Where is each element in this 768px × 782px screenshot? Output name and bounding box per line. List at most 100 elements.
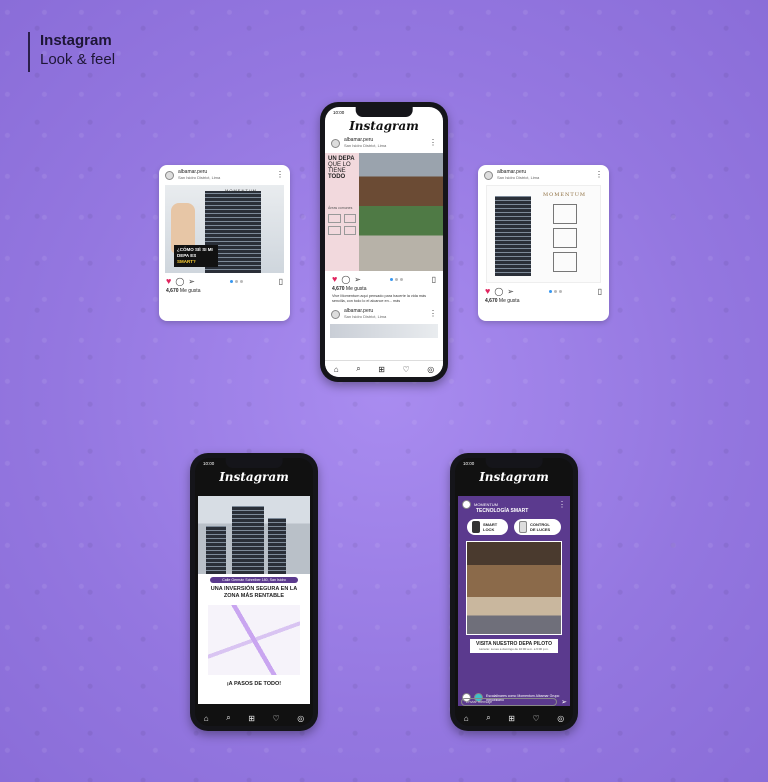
status-time: 10:00 — [463, 460, 475, 466]
profile-icon[interactable]: ◎ — [427, 365, 434, 374]
avatar[interactable] — [484, 170, 493, 180]
avatar[interactable] — [462, 500, 471, 509]
heart-icon[interactable]: ♥ — [485, 286, 490, 296]
profile-icon[interactable]: ◎ — [297, 714, 304, 723]
share-icon[interactable]: ➢ — [188, 277, 195, 286]
building-image-2 — [268, 518, 286, 574]
instagram-logo[interactable]: Instagram — [325, 119, 443, 133]
share-icon[interactable]: ➢ — [354, 275, 361, 284]
story-account[interactable]: MOMENTUM — [474, 502, 498, 507]
smart-lock-pill: SMART LOCK — [467, 519, 508, 535]
bookmark-icon[interactable]: ▯ — [432, 275, 436, 284]
bookmark-icon[interactable]: ▯ — [598, 287, 602, 296]
phone-screen: 10:00 Instagram Calle Germán Schreiber 1… — [195, 458, 313, 726]
avatar[interactable] — [331, 138, 340, 148]
headline-line-4: TODO — [328, 174, 346, 180]
heart-icon[interactable]: ♡ — [273, 714, 280, 723]
share-icon[interactable]: ➢ — [507, 287, 514, 296]
post-location: San Isidro District, Lima — [344, 143, 387, 148]
lock-icon — [472, 521, 480, 533]
home-icon[interactable]: ⌂ — [464, 714, 469, 723]
story-card: Calle Germán Schreiber 180, San Isidro U… — [198, 496, 310, 704]
avatar[interactable] — [165, 170, 174, 180]
comment-icon[interactable]: ◯ — [175, 277, 184, 286]
city-photo — [198, 496, 310, 574]
post-header: albamar.peru San Isidro District, Lima ⋮ — [478, 165, 609, 185]
post-image: MOMENTUM — [486, 185, 601, 283]
instagram-logo[interactable]: Instagram — [455, 470, 573, 484]
add-icon[interactable]: ⊞ — [508, 714, 515, 723]
more-icon[interactable]: ⋮ — [595, 171, 603, 179]
likes-number: 4,670 — [485, 298, 498, 304]
phone-bottom-left: 10:00 Instagram Calle Germán Schreiber 1… — [190, 453, 318, 731]
add-icon[interactable]: ⊞ — [378, 365, 385, 374]
feed-post-right: albamar.peru San Isidro District, Lima ⋮… — [478, 165, 609, 321]
comment-icon[interactable]: ◯ — [494, 287, 503, 296]
features-title: Áreas comunes — [328, 206, 353, 210]
story-headline: UNA INVERSIÓN SEGURA EN LA ZONA MÁS RENT… — [210, 586, 298, 599]
heart-icon[interactable]: ♡ — [403, 365, 410, 374]
send-icon[interactable]: ➢ — [561, 698, 567, 706]
location-map — [208, 605, 300, 675]
status-time: 10:00 — [333, 109, 345, 115]
building-image — [495, 196, 531, 276]
question-box: ¿CÓMO SÉ SI MI DEPA ES SMART? — [174, 245, 218, 267]
bottom-nav: ⌂ ⌕ ⊞ ♡ ◎ — [195, 710, 313, 726]
status-time: 10:00 — [203, 460, 215, 466]
features-grid — [328, 214, 356, 235]
building-image-3 — [206, 526, 226, 574]
question-text: ¿CÓMO SÉ SI MI DEPA ES — [177, 247, 213, 258]
likes-number: 4,670 — [332, 286, 345, 292]
home-icon[interactable]: ⌂ — [204, 714, 209, 723]
post-account[interactable]: albamar.peru San Isidro District, Lima — [344, 308, 386, 320]
avatar[interactable] — [331, 309, 340, 319]
likes-count[interactable]: 4,670 Me gusta — [478, 296, 609, 306]
more-icon[interactable]: ⋮ — [429, 139, 437, 147]
light-switch-icon — [519, 521, 527, 533]
post-location: San Isidro District, Lima — [497, 175, 540, 180]
more-icon[interactable]: ⋮ — [558, 500, 566, 509]
heart-icon[interactable]: ♥ — [332, 274, 337, 284]
cta-banner[interactable]: VISITA NUESTRO DEPA PILOTO Horario: Lune… — [470, 639, 558, 653]
more-icon[interactable]: ⋮ — [429, 310, 437, 318]
heart-icon[interactable]: ♥ — [166, 276, 171, 286]
home-icon[interactable]: ⌂ — [334, 365, 339, 374]
feature-icon-3 — [553, 252, 577, 272]
reply-row: Enviar mensaje ➢ — [461, 698, 567, 706]
comment-icon[interactable]: ◯ — [341, 275, 350, 284]
brand-logo: MOMENTUM — [543, 192, 587, 198]
likes-count[interactable]: 4,670 Me gusta — [159, 286, 290, 296]
post-actions: ♥ ◯ ➢ ▯ — [159, 273, 290, 286]
more-icon[interactable]: ⋮ — [276, 171, 284, 179]
search-icon[interactable]: ⌕ — [486, 713, 490, 723]
terrace-photo — [359, 153, 443, 271]
apartment-photo — [466, 541, 562, 635]
profile-icon[interactable]: ◎ — [557, 714, 564, 723]
post-account[interactable]: albamar.peru San Isidro District, Lima — [497, 169, 539, 181]
heart-icon[interactable]: ♡ — [533, 714, 540, 723]
instagram-logo[interactable]: Instagram — [195, 470, 313, 484]
question-highlight: SMART? — [177, 259, 196, 264]
carousel-pager — [365, 277, 428, 281]
search-icon[interactable]: ⌕ — [356, 364, 360, 374]
phone-center: 10:00 Instagram albamar.peru San Isidro … — [320, 102, 448, 382]
post-account[interactable]: albamar.peru San Isidro District, Lima — [178, 169, 220, 181]
headline-panel: UN DEPA QUE LO TIENE TODO Áreas comunes — [325, 153, 359, 271]
likes-count[interactable]: 4,670 Me gusta — [325, 284, 443, 294]
search-icon[interactable]: ⌕ — [226, 713, 230, 723]
story-footer: ¡A PASOS DE TODO! — [226, 681, 282, 687]
phone-notch — [355, 107, 413, 117]
likes-number: 4,670 — [166, 288, 179, 294]
bookmark-icon[interactable]: ▯ — [279, 277, 283, 286]
post-account[interactable]: albamar.peru San Isidro District, Lima — [344, 137, 386, 149]
next-post-header: albamar.peru San Isidro District, Lima ⋮ — [325, 304, 443, 324]
reply-input[interactable]: Enviar mensaje — [461, 698, 558, 706]
feature-pills: SMART LOCK CONTROL DE LUCES — [458, 519, 570, 535]
section-title: Instagram — [40, 32, 112, 49]
smart-lock-label: SMART LOCK — [483, 522, 498, 532]
add-icon[interactable]: ⊞ — [248, 714, 255, 723]
post-location: San Isidro District, Lima — [344, 314, 387, 319]
bottom-nav: ⌂ ⌕ ⊞ ♡ ◎ — [455, 710, 573, 726]
post-header: albamar.peru San Isidro District, Lima ⋮ — [159, 165, 290, 185]
lights-label: CONTROL DE LUCES — [530, 522, 551, 532]
